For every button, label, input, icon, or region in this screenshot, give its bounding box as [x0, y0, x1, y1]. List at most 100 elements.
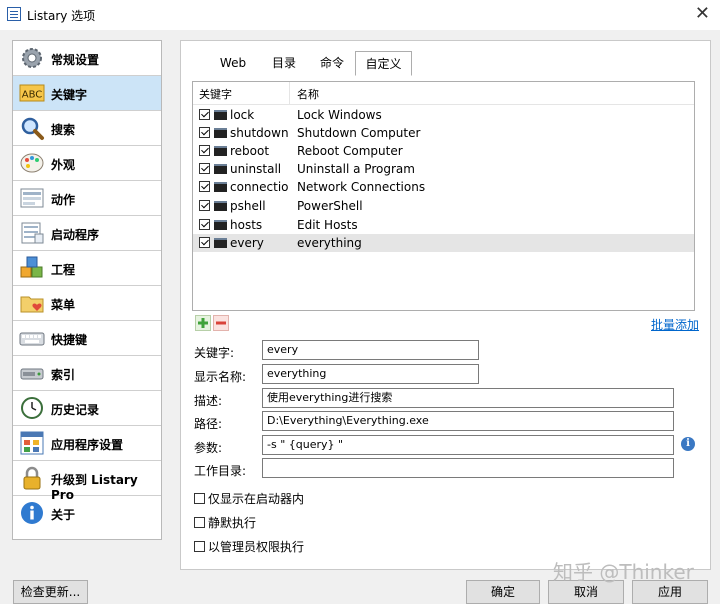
row-checkbox[interactable] [199, 219, 210, 230]
info-icon [21, 502, 43, 524]
info-icon[interactable]: i [681, 437, 695, 451]
row-checkbox[interactable] [199, 109, 210, 120]
description-input[interactable]: 使用everything进行搜索 [262, 388, 674, 408]
disk-icon [20, 368, 44, 380]
table-row[interactable]: reboot Reboot Computer [193, 142, 694, 160]
ok-button[interactable]: 确定 [466, 580, 540, 604]
row-checkbox[interactable] [199, 237, 210, 248]
table-row[interactable]: connectio... Network Connections [193, 178, 694, 196]
sidebar-item-label: 快捷键 [51, 333, 88, 347]
console-icon [214, 110, 227, 120]
row-name: Network Connections [297, 180, 426, 194]
table-row[interactable]: uninstall Uninstall a Program [193, 160, 694, 178]
display-name-input[interactable]: everything [262, 364, 479, 384]
check-update-button[interactable]: 检查更新... [13, 580, 88, 604]
app-icon [7, 7, 21, 21]
silent-label[interactable]: 静默执行 [208, 514, 256, 531]
admin-label[interactable]: 以管理员权限执行 [208, 538, 304, 555]
sidebar-item-app-settings[interactable]: 应用程序设置 [13, 426, 161, 461]
sidebar-item-search[interactable]: 搜索 [13, 111, 161, 146]
row-name: Lock Windows [297, 108, 382, 122]
sidebar-item-label: 常规设置 [51, 53, 100, 67]
row-keyword: pshell [230, 199, 266, 213]
list-header: 关键字 名称 [193, 82, 694, 105]
arguments-label: 参数: [194, 441, 223, 455]
row-keyword: every [230, 236, 264, 250]
sidebar-item-index[interactable]: 索引 [13, 356, 161, 391]
tab-web[interactable]: Web [212, 51, 254, 75]
remove-icon[interactable] [213, 315, 229, 331]
tab-directory[interactable]: 目录 [264, 51, 304, 75]
sidebar-item-label: 关键字 [51, 88, 88, 102]
table-row[interactable]: hosts Edit Hosts [193, 216, 694, 234]
close-icon[interactable]: ✕ [695, 3, 710, 25]
sidebar-item-label: 动作 [51, 193, 76, 207]
batch-add-link[interactable]: 批量添加 [651, 316, 699, 333]
sidebar-item-history[interactable]: 历史记录 [13, 391, 161, 426]
sidebar-item-upgrade-pro[interactable]: 升级到 Listary Pro [13, 461, 161, 502]
console-icon [214, 220, 227, 230]
row-checkbox[interactable] [199, 181, 210, 192]
sidebar-item-label: 搜索 [51, 123, 76, 137]
column-header-keyword[interactable]: 关键字 [199, 86, 232, 102]
tab-commands[interactable]: 命令 [312, 51, 352, 75]
column-header-name[interactable]: 名称 [297, 86, 319, 102]
sidebar-item-keywords[interactable]: ABC 关键字 [13, 76, 161, 111]
silent-checkbox[interactable] [194, 517, 205, 528]
admin-checkbox[interactable] [194, 541, 205, 552]
sidebar-item-label: 菜单 [51, 298, 76, 312]
svg-text:ABC: ABC [22, 90, 43, 101]
row-name: PowerShell [297, 199, 363, 213]
sidebar-item-launcher[interactable]: 启动程序 [13, 216, 161, 251]
row-keyword: hosts [230, 218, 263, 232]
path-input[interactable]: D:\Everything\Everything.exe [262, 411, 674, 431]
launcher-only-checkbox[interactable] [194, 493, 205, 504]
sidebar-item-actions[interactable]: 动作 [13, 181, 161, 216]
description-label: 描述: [194, 394, 223, 408]
sidebar-item-hotkeys[interactable]: 快捷键 [13, 321, 161, 356]
keyword-list[interactable]: 关键字 名称 lock Lock Windows shutdown Shutdo… [192, 81, 695, 311]
palette-icon [20, 153, 44, 173]
row-keyword: shutdown [230, 126, 289, 140]
add-icon[interactable] [195, 315, 211, 331]
tab-custom[interactable]: 自定义 [355, 51, 412, 76]
row-checkbox[interactable] [199, 163, 210, 174]
row-checkbox[interactable] [199, 127, 210, 138]
sidebar-item-projects[interactable]: 工程 [13, 251, 161, 286]
table-row[interactable]: pshell PowerShell [193, 197, 694, 215]
table-row[interactable]: lock Lock Windows [193, 106, 694, 124]
sidebar-item-appearance[interactable]: 外观 [13, 146, 161, 181]
window-title: Listary 选项 [27, 9, 96, 23]
sidebar-item-label: 外观 [51, 158, 76, 172]
action-icon [20, 188, 44, 208]
arguments-input[interactable]: -s " {query} " [262, 435, 674, 455]
keyword-input[interactable]: every [262, 340, 479, 360]
table-row[interactable]: shutdown Shutdown Computer [193, 124, 694, 142]
sidebar-item-label: 关于 [51, 508, 76, 522]
workdir-input[interactable] [262, 458, 674, 478]
sidebar-item-about[interactable]: 关于 [13, 496, 161, 531]
launcher-only-label[interactable]: 仅显示在启动器内 [208, 490, 304, 507]
console-icon [214, 238, 227, 248]
launcher-icon [21, 222, 44, 244]
sidebar-item-menu[interactable]: 菜单 [13, 286, 161, 321]
app-grid-icon [20, 431, 44, 455]
row-name: Reboot Computer [297, 144, 403, 158]
watermark: 知乎 @Thinker [553, 560, 694, 584]
sidebar-item-label: 工程 [51, 263, 76, 277]
console-icon [214, 164, 227, 174]
sidebar-item-label: 索引 [51, 368, 76, 382]
row-checkbox[interactable] [199, 145, 210, 156]
table-row[interactable]: every everything [193, 234, 694, 252]
keyword-label: 关键字: [194, 346, 235, 360]
workdir-label: 工作目录: [194, 464, 247, 478]
sidebar-item-label: 历史记录 [51, 403, 100, 417]
row-keyword: reboot [230, 144, 270, 158]
sidebar-item-general[interactable]: 常规设置 [13, 41, 161, 76]
gear-icon [22, 48, 42, 68]
sidebar-item-label: 应用程序设置 [51, 438, 124, 452]
path-label: 路径: [194, 417, 223, 431]
console-icon [214, 128, 227, 138]
row-checkbox[interactable] [199, 200, 210, 211]
row-keyword: connectio... [230, 180, 289, 194]
